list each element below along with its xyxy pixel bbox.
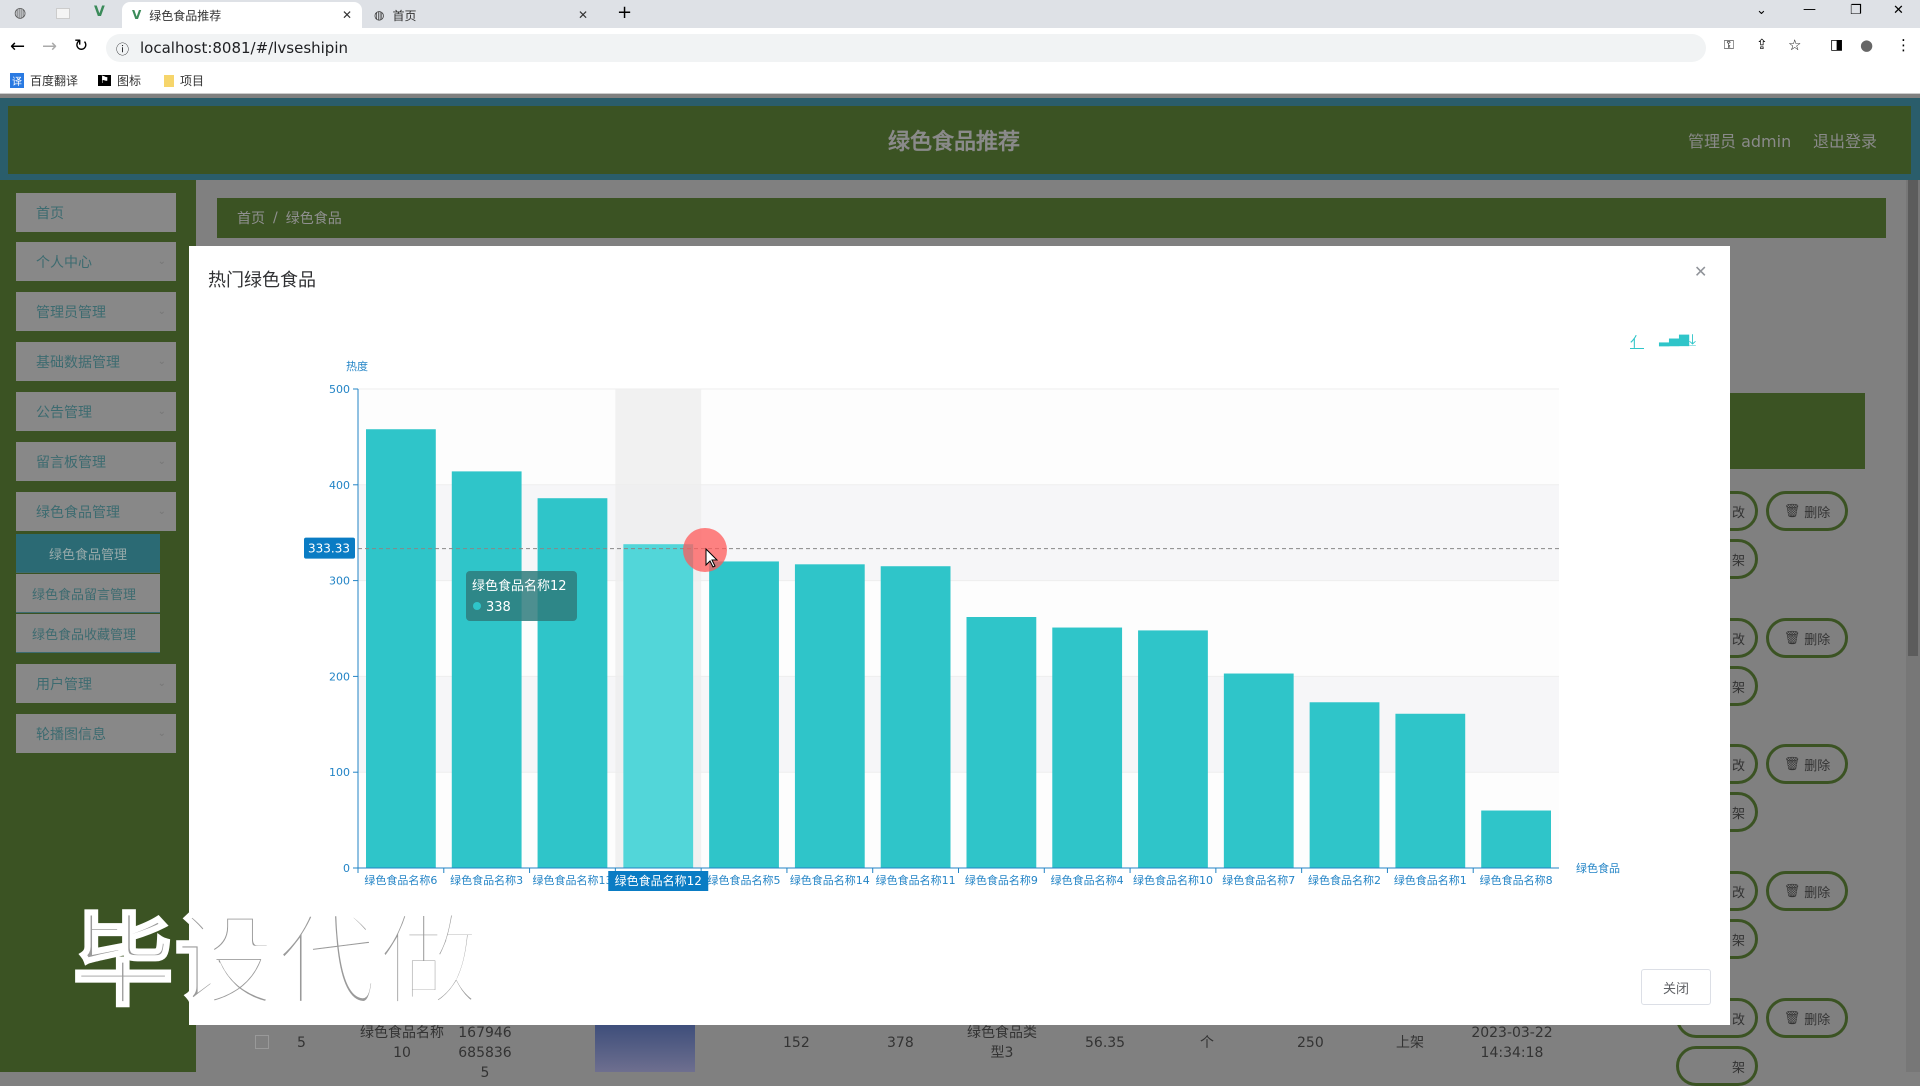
bar <box>794 564 865 868</box>
x-tick-label: 绿色食品名称4 <box>1051 873 1124 887</box>
y-tick-label: 500 <box>329 383 350 396</box>
x-pointer-label: 绿色食品名称12 <box>615 873 702 888</box>
y-axis-name: 热度 <box>346 359 368 373</box>
x-tick-label: 绿色食品名称14 <box>790 873 870 887</box>
y-tick-label: 0 <box>343 862 350 875</box>
bar <box>451 471 522 868</box>
bar <box>537 498 608 868</box>
x-tick-label: 绿色食品名称5 <box>708 873 781 887</box>
bar <box>966 617 1037 868</box>
grid-band <box>358 389 1559 485</box>
x-tick-label: 绿色食品名称7 <box>1222 873 1295 887</box>
tooltip-title: 绿色食品名称12 <box>472 578 567 594</box>
cursor-highlight <box>683 528 727 572</box>
bar <box>366 429 436 868</box>
bar <box>623 544 694 868</box>
y-tick-label: 200 <box>329 670 350 683</box>
axis-pointer-label: 333.33 <box>308 542 350 556</box>
x-tick-label: 绿色食品名称2 <box>1308 873 1381 887</box>
x-tick-label: 绿色食品名称11 <box>876 873 956 887</box>
y-tick-label: 300 <box>329 575 350 588</box>
x-tick-label: 绿色食品名称8 <box>1480 873 1553 887</box>
tooltip-marker <box>473 602 481 610</box>
bar <box>1309 702 1380 868</box>
bar <box>1481 810 1551 868</box>
x-tick-label: 绿色食品名称9 <box>965 873 1038 887</box>
bar <box>1395 713 1466 868</box>
y-tick-label: 400 <box>329 479 350 492</box>
x-tick-label: 绿色食品名称1 <box>1394 873 1467 887</box>
bar <box>1052 627 1123 868</box>
tooltip-value: 338 <box>486 600 511 615</box>
bar <box>709 561 779 868</box>
y-tick-label: 100 <box>329 766 350 779</box>
x-tick-label: 绿色食品名称13 <box>532 873 612 887</box>
watermark: 毕设代做 <box>72 902 481 1022</box>
bar <box>1138 630 1208 868</box>
bar <box>1223 673 1294 868</box>
x-axis-name: 绿色食品 <box>1576 861 1620 875</box>
x-tick-label: 绿色食品名称10 <box>1133 873 1213 887</box>
bar <box>880 566 951 868</box>
